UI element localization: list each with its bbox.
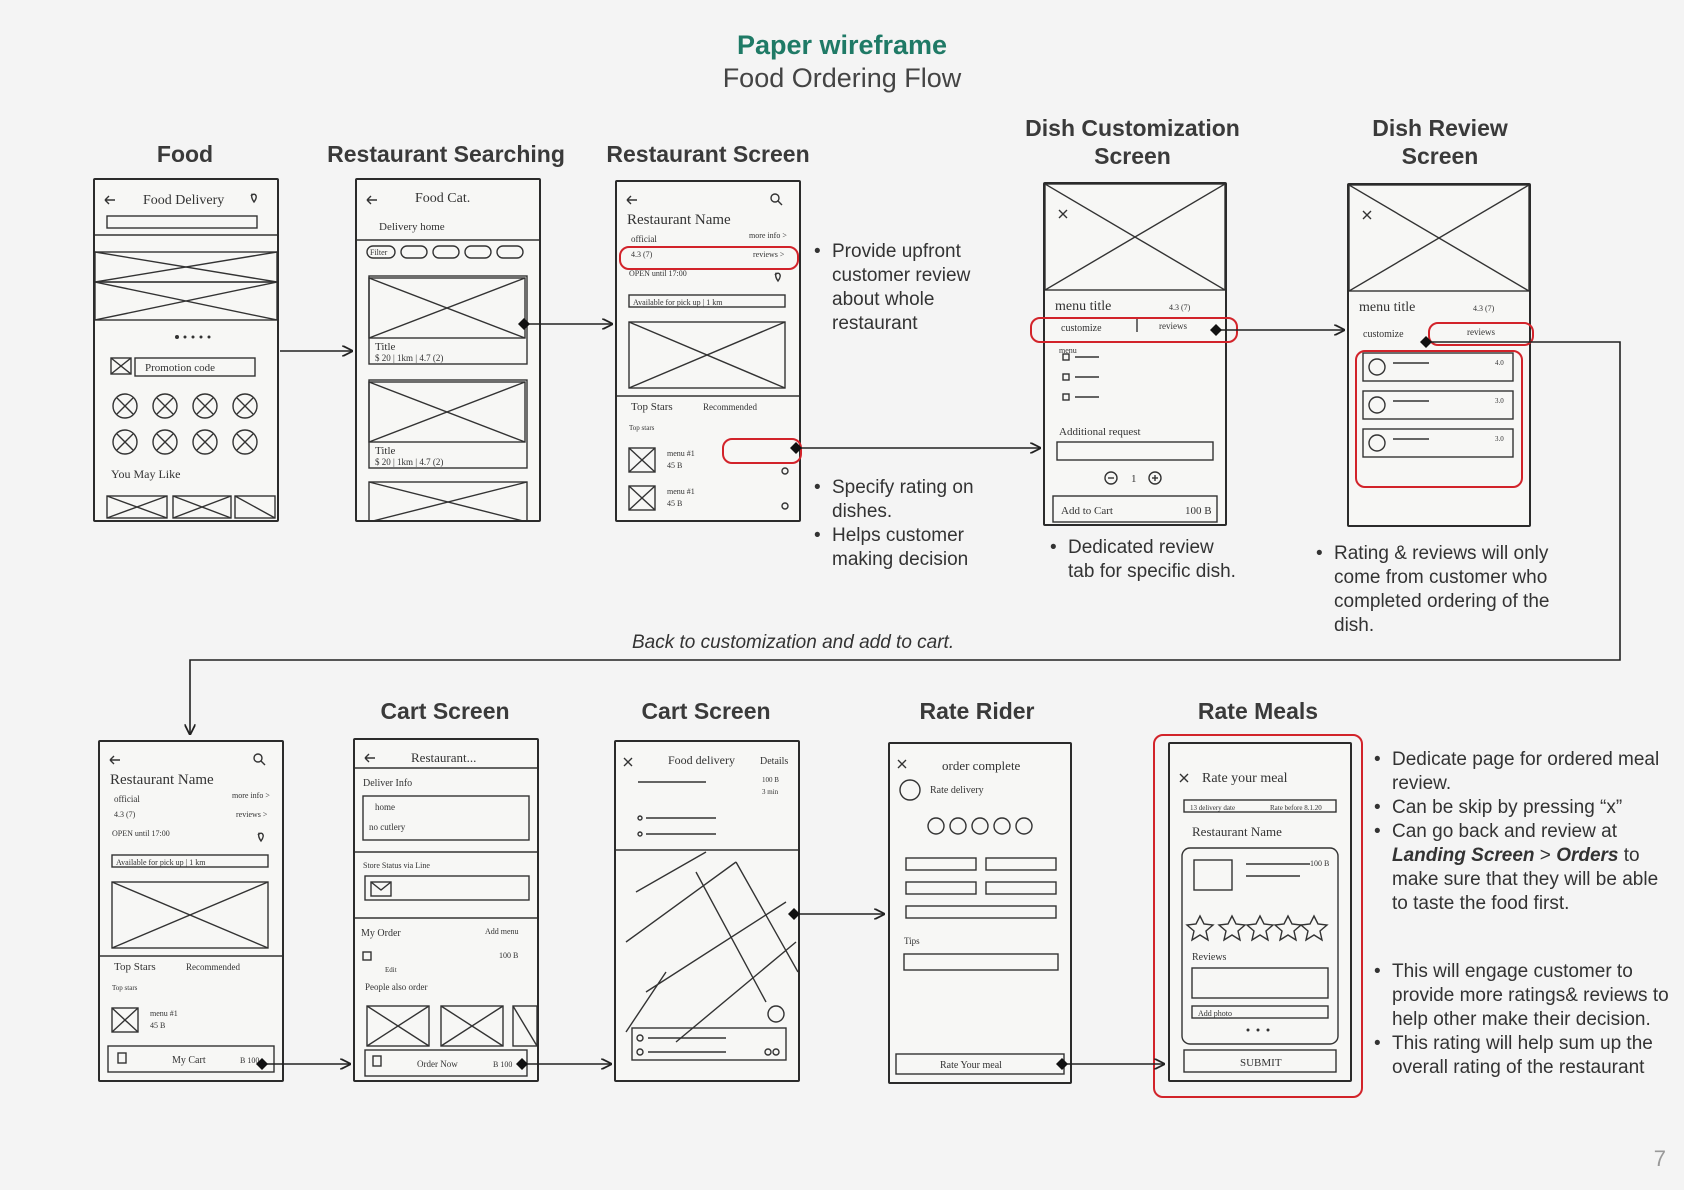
note-rate-meals-item-1: Dedicate page for ordered meal review.	[1370, 748, 1660, 796]
note-customization: Dedicated review tab for specific dish.	[1046, 536, 1236, 584]
note-rate-meals-item-3: Can go back and review at Landing Screen…	[1370, 820, 1660, 916]
page-number: 7	[1653, 1146, 1666, 1171]
note-landing-screen: Landing Screen	[1392, 845, 1535, 866]
note-rate-meals-item-3-a: Can go back and review at	[1392, 821, 1617, 842]
note-rate-meals-1: Dedicate page for ordered meal review. C…	[1370, 748, 1660, 916]
note-dish-rating-item-2: Helps customer making decision	[810, 524, 1000, 572]
flow-caption: Back to customization and add to cart.	[632, 632, 955, 653]
note-dish-rating-item-1: Specify rating on dishes.	[810, 476, 1000, 524]
note-rate-meals-item-2: Can be skip by pressing “x”	[1370, 796, 1660, 820]
note-review-item: Rating & reviews will only come from cus…	[1312, 542, 1562, 638]
note-rate-meals-2-item-1: This will engage customer to provide mor…	[1370, 960, 1670, 1032]
note-rate-meals-item-3-c: >	[1534, 845, 1557, 866]
note-orders: Orders	[1556, 845, 1619, 866]
note-dish-rating: Specify rating on dishes. Helps customer…	[810, 476, 1000, 572]
note-rate-meals-2: This will engage customer to provide mor…	[1370, 960, 1670, 1080]
note-rate-meals-2-item-2: This rating will help sum up the overall…	[1370, 1032, 1670, 1080]
note-restaurant-review-item: Provide upfront customer review about wh…	[810, 240, 1000, 336]
note-review: Rating & reviews will only come from cus…	[1312, 542, 1562, 638]
note-customization-item: Dedicated review tab for specific dish.	[1046, 536, 1236, 584]
note-restaurant-review: Provide upfront customer review about wh…	[810, 240, 1000, 336]
